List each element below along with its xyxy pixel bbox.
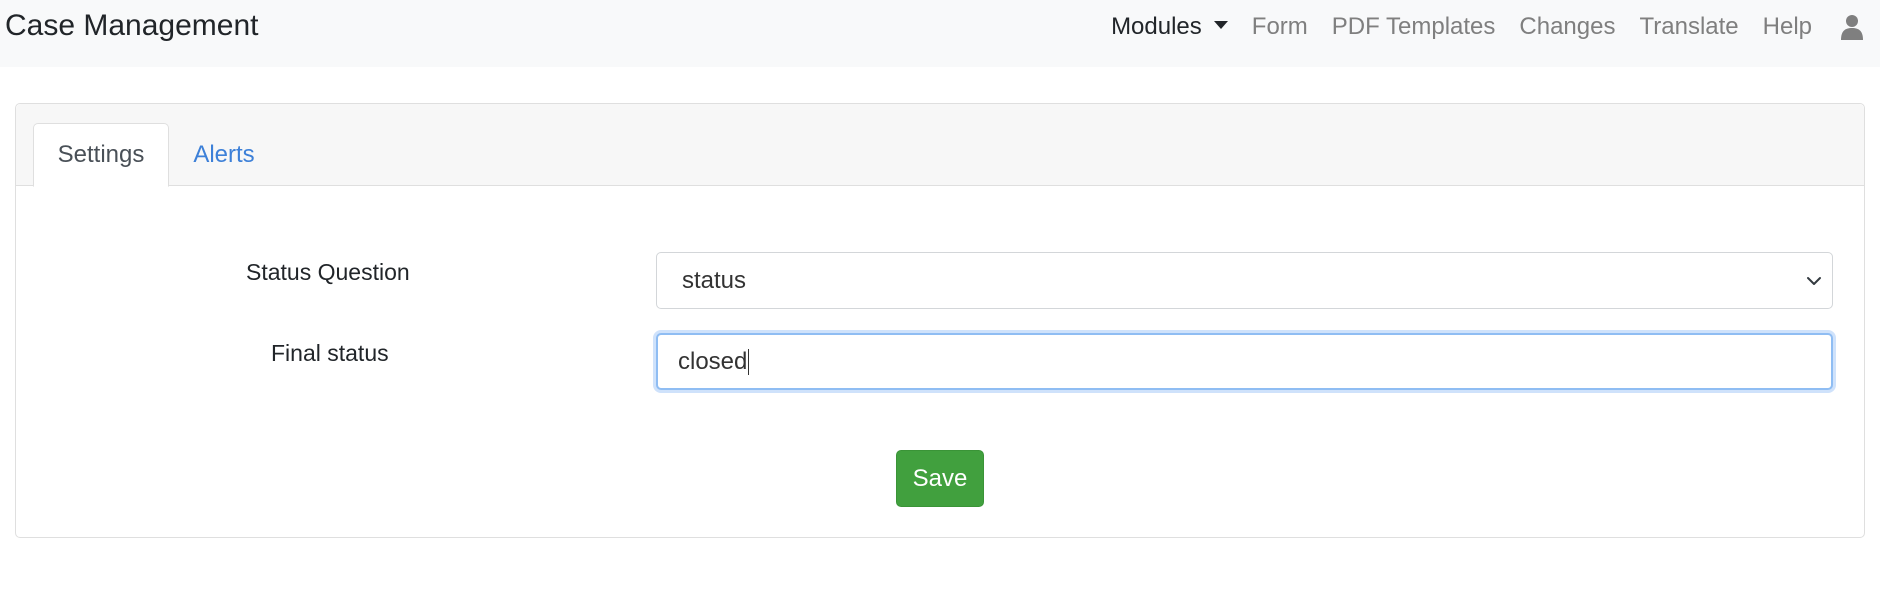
tab-alerts[interactable]: Alerts: [176, 123, 272, 187]
final-status-label: Final status: [271, 340, 389, 366]
brand-title[interactable]: Case Management: [5, 9, 258, 43]
user-icon[interactable]: [1824, 0, 1880, 54]
nav-menu: Modules Form PDF Templates Changes Trans…: [1099, 0, 1880, 54]
nav-item-modules[interactable]: Modules: [1099, 13, 1240, 41]
nav-item-translate[interactable]: Translate: [1627, 13, 1750, 41]
tab-settings[interactable]: Settings: [33, 123, 169, 187]
final-status-value: closed: [678, 347, 748, 375]
nav-item-help[interactable]: Help: [1751, 13, 1824, 41]
text-cursor: [748, 348, 750, 375]
nav-item-form[interactable]: Form: [1240, 13, 1320, 41]
final-status-input[interactable]: closed: [656, 333, 1833, 390]
status-question-label: Status Question: [246, 259, 410, 285]
user-silhouette-icon: [1841, 15, 1863, 40]
chevron-down-icon: [1807, 277, 1821, 285]
nav-item-pdf-templates[interactable]: PDF Templates: [1320, 13, 1508, 41]
status-question-select[interactable]: status: [656, 252, 1833, 309]
caret-down-icon: [1213, 21, 1228, 29]
status-question-selected-value: status: [682, 266, 747, 294]
nav-item-modules-label: Modules: [1111, 13, 1202, 40]
nav-item-changes[interactable]: Changes: [1507, 13, 1627, 41]
card-header: [16, 104, 1864, 186]
save-button[interactable]: Save: [896, 450, 984, 507]
navbar: Case Management Modules Form PDF Templat…: [0, 0, 1880, 67]
